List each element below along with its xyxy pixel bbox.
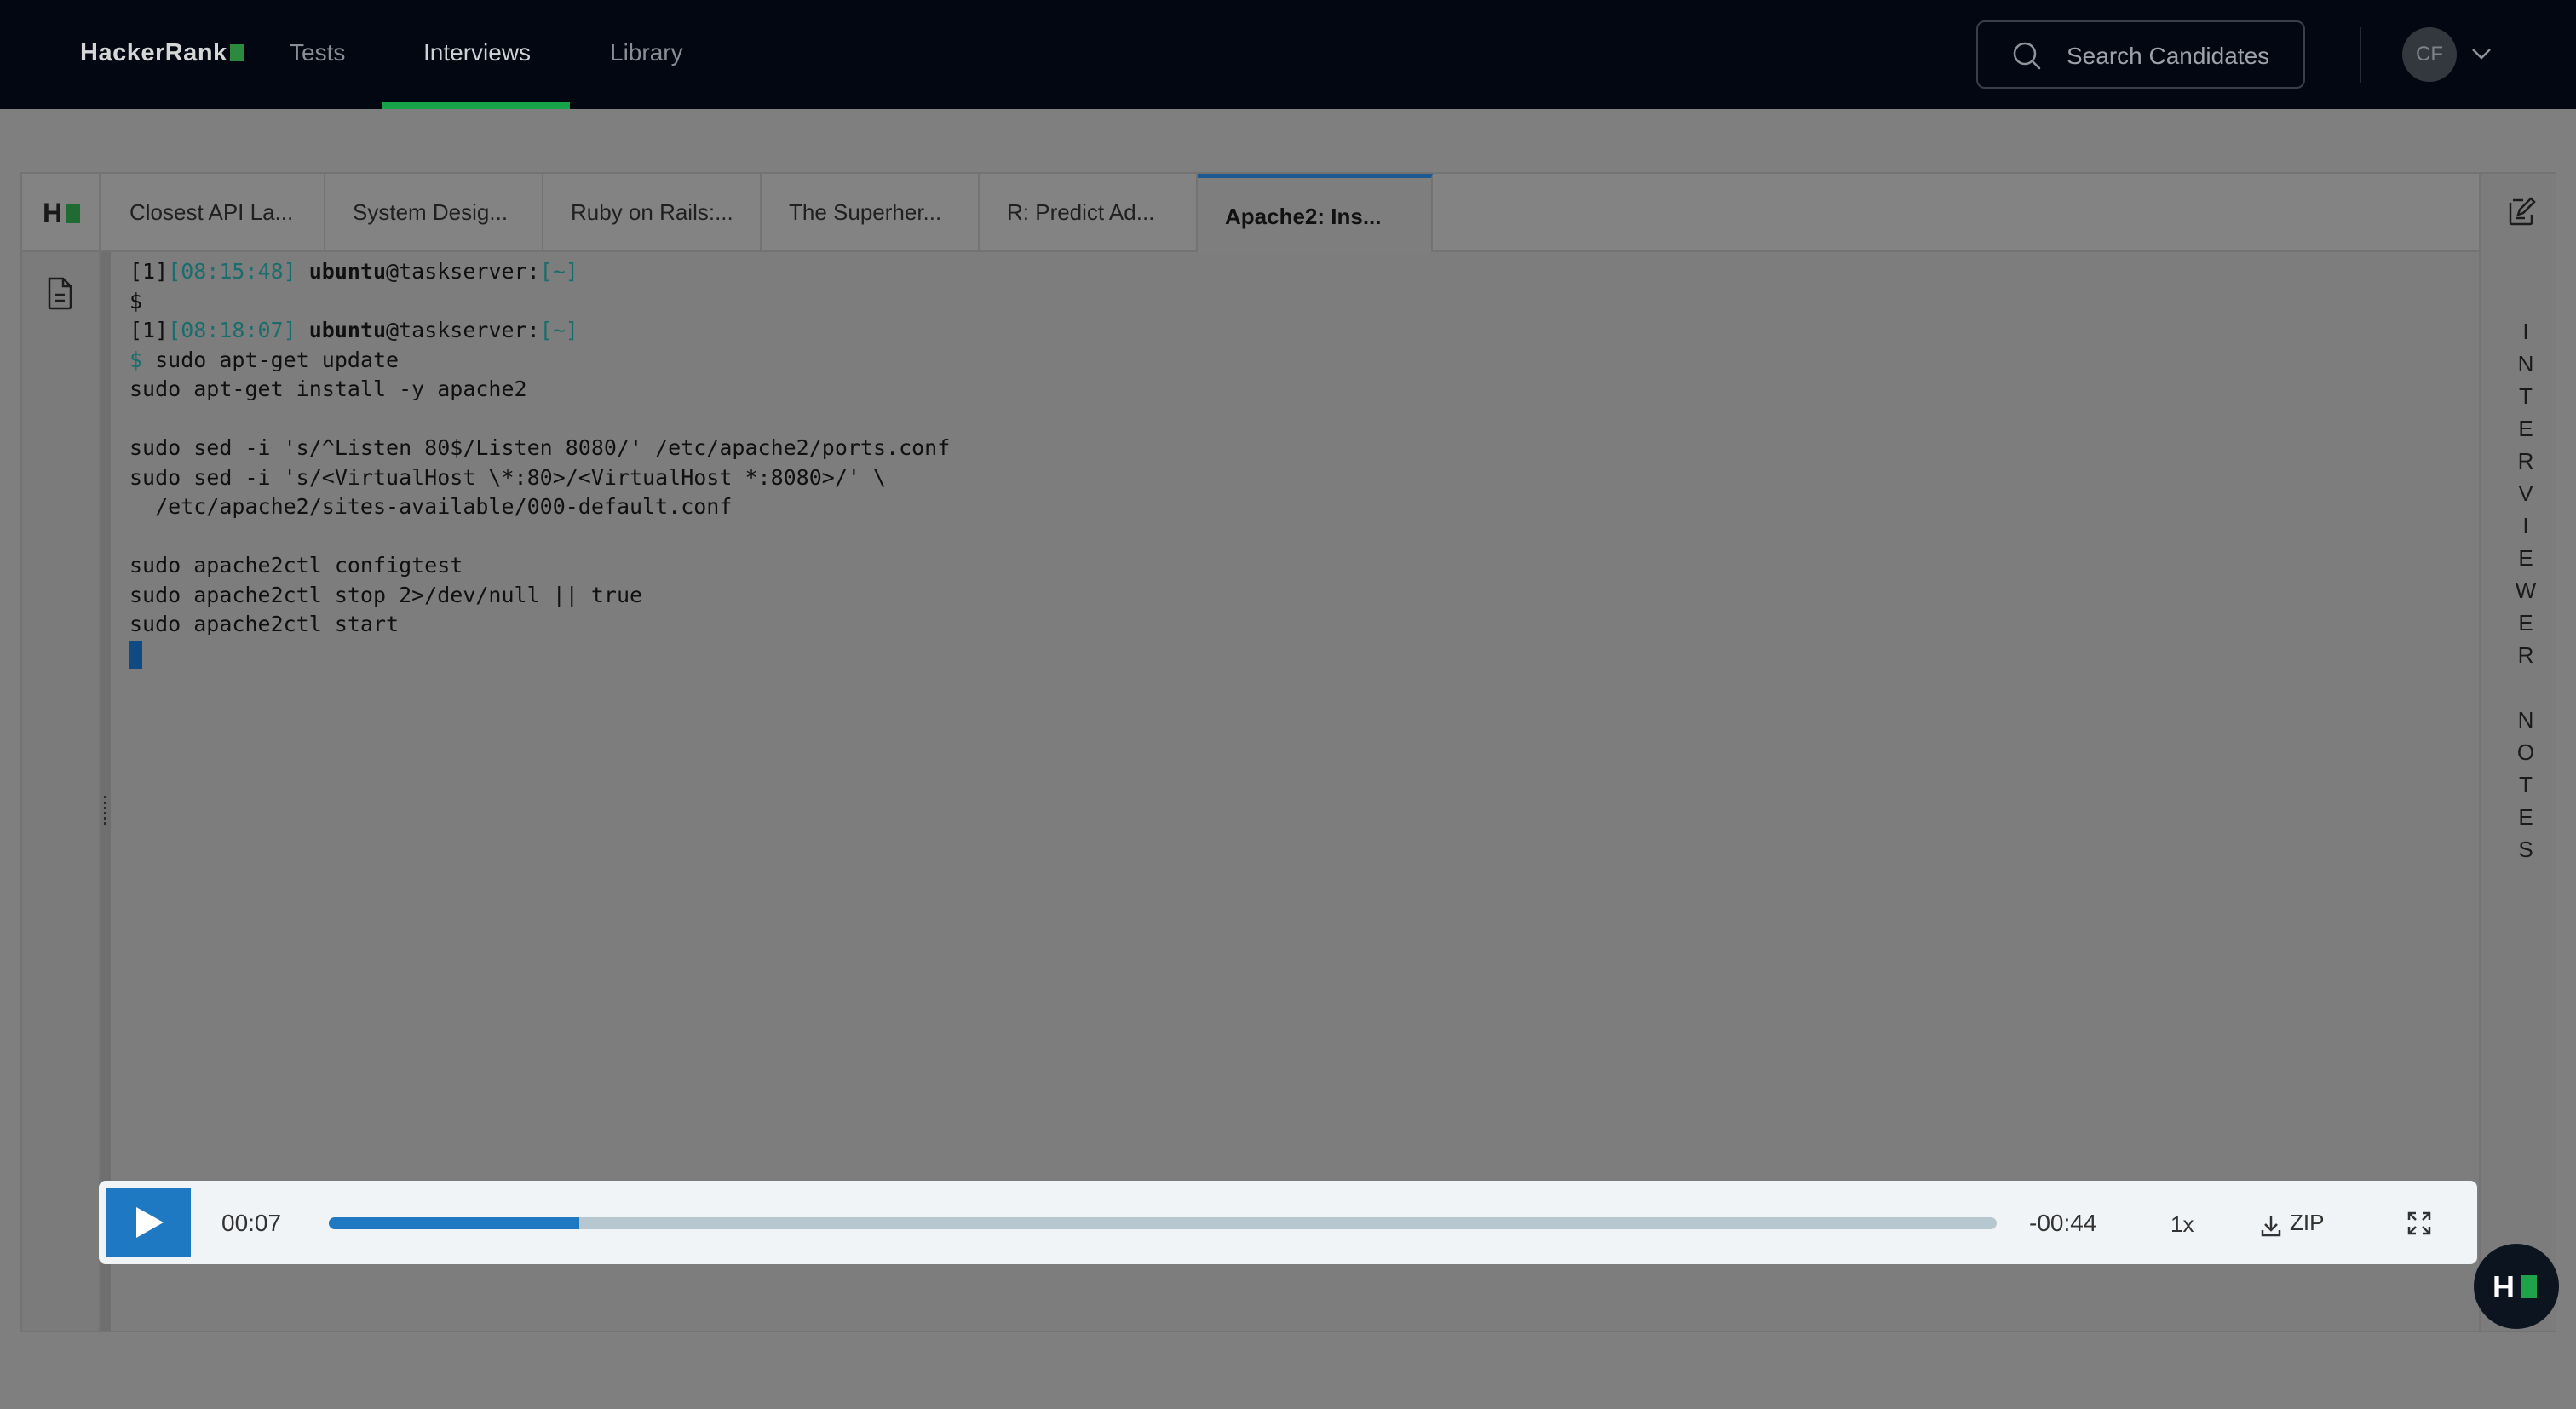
nav-tests[interactable]: Tests — [290, 39, 345, 66]
nav-interviews[interactable]: Interviews — [423, 39, 531, 66]
interview-panel: H Closest API La... System Desig... Ruby… — [20, 172, 2556, 1332]
nav-divider — [2360, 27, 2361, 83]
top-navigation: HackerRank Tests Interviews Library Sear… — [0, 0, 2576, 109]
document-icon[interactable] — [44, 276, 75, 310]
terminal-line: $ sudo apt-get update — [129, 347, 400, 372]
hackerrank-logo[interactable]: HackerRank — [80, 39, 244, 67]
tab-predict[interactable]: R: Predict Ad... — [980, 174, 1198, 252]
current-time: 00:07 — [221, 1210, 282, 1236]
terminal-line: sudo apache2ctl stop 2>/dev/null || true — [129, 582, 643, 607]
terminal-cursor-line — [129, 640, 2479, 670]
tab-closest-api[interactable]: Closest API La... — [102, 174, 325, 252]
hackerrank-help-button[interactable]: H — [2474, 1244, 2559, 1329]
terminal-line: sudo sed -i 's/^Listen 80$/Listen 8080/'… — [129, 435, 951, 460]
question-tabs: H Closest API La... System Desig... Ruby… — [22, 174, 2479, 252]
nav-library[interactable]: Library — [610, 39, 683, 66]
terminal-line: sudo apache2ctl start — [129, 612, 400, 636]
tab-system-design[interactable]: System Desig... — [325, 174, 543, 252]
interviewer-notes-label[interactable]: INTERVIEWER NOTES — [2504, 319, 2539, 869]
tab-superhero[interactable]: The Superher... — [762, 174, 980, 252]
edit-notes-icon[interactable] — [2506, 196, 2537, 227]
playback-controls: 00:07 -00:44 1x ZIP — [99, 1181, 2477, 1264]
playback-speed-button[interactable]: 1x — [2171, 1211, 2194, 1238]
chevron-down-icon[interactable] — [2469, 44, 2494, 63]
hackerrank-tab-logo: H — [22, 174, 101, 252]
tab-ruby-on-rails[interactable]: Ruby on Rails:... — [543, 174, 762, 252]
terminal-output: [1][08:15:48] ubuntu@taskserver:[~] $ [1… — [111, 252, 2479, 1331]
left-side-rail — [22, 252, 101, 1331]
terminal-line: /etc/apache2/sites-available/000-default… — [129, 494, 733, 519]
terminal-line: sudo sed -i 's/<VirtualHost \*:80>/<Virt… — [129, 464, 887, 490]
pane-splitter[interactable] — [101, 252, 111, 1331]
remaining-time: -00:44 — [2029, 1210, 2097, 1236]
nav-active-indicator — [382, 102, 570, 109]
playback-progress-fill — [329, 1217, 579, 1229]
fullscreen-icon[interactable] — [2407, 1211, 2431, 1235]
terminal-line: $ — [129, 288, 143, 313]
drag-handle-icon[interactable] — [104, 796, 107, 825]
search-icon — [2013, 42, 2041, 70]
play-button[interactable] — [106, 1188, 191, 1257]
play-icon — [136, 1207, 164, 1238]
terminal-line: sudo apache2ctl configtest — [129, 553, 463, 578]
download-zip-button[interactable]: ZIP — [2290, 1210, 2324, 1236]
terminal-line: sudo apt-get install -y apache2 — [129, 377, 527, 401]
search-candidates-button[interactable]: Search Candidates — [1976, 20, 2305, 89]
tab-apache2[interactable]: Apache2: Ins... — [1198, 174, 1433, 252]
avatar[interactable]: CF — [2402, 27, 2457, 82]
download-icon[interactable] — [2261, 1215, 2281, 1237]
playback-progress-bar[interactable] — [329, 1217, 1997, 1229]
search-label: Search Candidates — [2067, 43, 2270, 69]
terminal-prompt: [1][08:15:48] ubuntu@taskserver:[~] — [129, 259, 578, 284]
terminal-prompt: [1][08:18:07] ubuntu@taskserver:[~] — [129, 318, 578, 342]
terminal-cursor — [129, 641, 142, 669]
interviewer-notes-panel[interactable]: INTERVIEWER NOTES — [2479, 174, 2556, 1331]
